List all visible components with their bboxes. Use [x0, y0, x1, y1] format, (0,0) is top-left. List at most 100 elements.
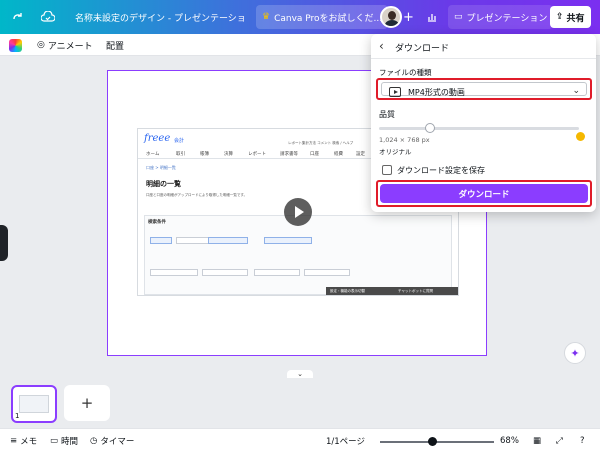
try-pro-label: Canva Proをお試しくだ... [274, 13, 383, 24]
freee-logo: freee [144, 133, 171, 144]
video-file-icon [389, 87, 401, 97]
preview-footer-right: チャットボットに質問 [398, 289, 433, 293]
timer-label: タイマー [100, 437, 135, 447]
duration-button[interactable]: ▭ 時間 [50, 429, 78, 452]
save-settings-label: ダウンロード設定を保存 [397, 166, 485, 175]
try-pro-button[interactable]: ♛ Canva Proをお試しくだ... [256, 5, 389, 29]
preview-nav-item: レポート [248, 152, 266, 157]
preview-nav-item: 経費 [334, 152, 343, 157]
preview-nav-item: 請求書等 [280, 152, 298, 157]
timer-icon: ◷ [90, 436, 98, 446]
preview-field [202, 269, 248, 276]
preview-nav-item: 帳簿 [200, 152, 209, 157]
preview-nav-item: ホーム [146, 152, 160, 157]
animate-button[interactable]: ◎ アニメート [37, 34, 93, 56]
panel-divider [371, 58, 596, 59]
preview-nav-item: 決算 [224, 152, 233, 157]
position-button[interactable]: 配置 [106, 34, 124, 56]
preview-section-title: 検索条件 [148, 220, 166, 225]
collapse-pages-button[interactable]: ⌄ [287, 370, 313, 378]
chevron-down-icon: ⌄ [297, 370, 303, 378]
download-panel: ‹ ダウンロード ファイルの種類 MP4形式の動画 ⌄ 品質 1,024 × 7… [371, 34, 596, 212]
panel-title: ダウンロード [395, 44, 450, 54]
chevron-left-icon: ‹ [379, 39, 384, 53]
animate-label: アニメート [47, 41, 93, 52]
preview-chip [264, 237, 312, 244]
preview-field [176, 237, 210, 244]
resolution-text: 1,024 × 768 px [379, 136, 430, 144]
magic-assistant-button[interactable]: ✦ [564, 342, 586, 364]
add-collaborator-button[interactable]: + [403, 0, 414, 34]
preview-field [304, 269, 350, 276]
save-settings-checkbox[interactable] [382, 165, 392, 175]
timer-button[interactable]: ◷ タイマー [90, 429, 134, 452]
quality-label: 品質 [379, 110, 395, 119]
upload-icon: ⇪ [556, 12, 564, 22]
page-thumbnail[interactable]: 1 [11, 385, 57, 423]
share-button[interactable]: ⇪ 共有 [550, 6, 591, 28]
duration-label: 時間 [61, 437, 79, 447]
zoom-level[interactable]: 68% [500, 429, 519, 452]
color-swatch-icon [9, 38, 22, 52]
preview-field [254, 269, 300, 276]
preview-nav-item: 口座 [310, 152, 319, 157]
download-highlight: ダウンロード [376, 180, 592, 207]
preview-breadcrumb: 口座 > 明細一覧 [146, 165, 176, 170]
grid-icon: ▦ [533, 436, 542, 446]
bar-chart-icon [424, 9, 440, 25]
avatar [380, 6, 402, 28]
notes-button[interactable]: ≡ メモ [10, 429, 37, 452]
freee-logo-sub: 会計 [174, 138, 185, 144]
help-button[interactable]: ? [580, 429, 585, 452]
preview-nav-item: 設定 [356, 152, 365, 157]
file-type-select-inner: MP4形式の動画 ⌄ [381, 82, 587, 97]
preview-footer-bar: 設定・機能の表示切替 チャットボットに質問 [326, 287, 458, 295]
preview-footer-left: 設定・機能の表示切替 [330, 289, 365, 293]
side-panel-toggle[interactable] [0, 225, 8, 261]
present-label: プレゼンテーション [466, 13, 548, 24]
back-button[interactable]: ‹ [379, 39, 384, 53]
file-type-select[interactable]: MP4形式の動画 ⌄ [376, 78, 592, 100]
preview-field [150, 269, 198, 276]
file-type-label: ファイルの種類 [379, 68, 432, 77]
page-thumbnail-preview [19, 395, 49, 413]
status-footer: ≡ メモ ▭ 時間 ◷ タイマー 1/1ページ 68% ▦ ⤢ ? [0, 428, 600, 452]
sparkle-icon: ✦ [570, 346, 580, 360]
document-title[interactable]: 名称未設定のデザイン - プレゼンテーション (4... [75, 0, 245, 34]
grid-view-button[interactable]: ▦ [533, 429, 541, 452]
chevron-down-icon: ⌄ [572, 86, 580, 96]
redo-button[interactable] [10, 0, 26, 34]
preview-title: 明細の一覧 [146, 180, 181, 188]
quality-slider-track[interactable] [379, 127, 579, 130]
notes-icon: ≡ [10, 436, 18, 446]
download-button[interactable]: ダウンロード [380, 184, 588, 203]
play-button[interactable] [284, 198, 312, 226]
share-label: 共有 [566, 13, 585, 24]
present-button[interactable]: ▭ プレゼンテーション [448, 5, 554, 29]
cloud-check-icon [40, 9, 56, 25]
premium-crown-icon [576, 132, 585, 141]
page-number: 1 [15, 412, 20, 420]
zoom-slider-track[interactable] [380, 441, 494, 443]
insights-button[interactable] [424, 0, 440, 34]
preview-chip [208, 237, 248, 244]
zoom-slider-handle[interactable] [428, 437, 437, 446]
add-page-button[interactable]: + [64, 385, 110, 421]
expand-icon: ⤢ [556, 436, 563, 446]
color-picker-button[interactable] [9, 34, 22, 56]
preview-top-links: レポート集計方法 コメント 検索 / ヘルプ [288, 141, 354, 145]
file-type-value: MP4形式の動画 [408, 88, 465, 97]
redo-icon [10, 9, 26, 25]
notes-label: メモ [20, 437, 38, 447]
user-avatar[interactable] [380, 6, 402, 28]
preview-nav-item: 取引 [176, 152, 185, 157]
top-bar: 名称未設定のデザイン - プレゼンテーション (4... ♛ Canva Pro… [0, 0, 600, 34]
present-icon: ▭ [454, 12, 463, 22]
quality-value: オリジナル [379, 148, 412, 156]
crown-icon: ♛ [262, 12, 271, 22]
quality-slider-handle[interactable] [425, 123, 435, 133]
position-label: 配置 [106, 41, 125, 52]
fullscreen-button[interactable]: ⤢ [556, 429, 563, 452]
preview-search-card [144, 215, 452, 295]
cloud-save-button[interactable] [40, 0, 56, 34]
